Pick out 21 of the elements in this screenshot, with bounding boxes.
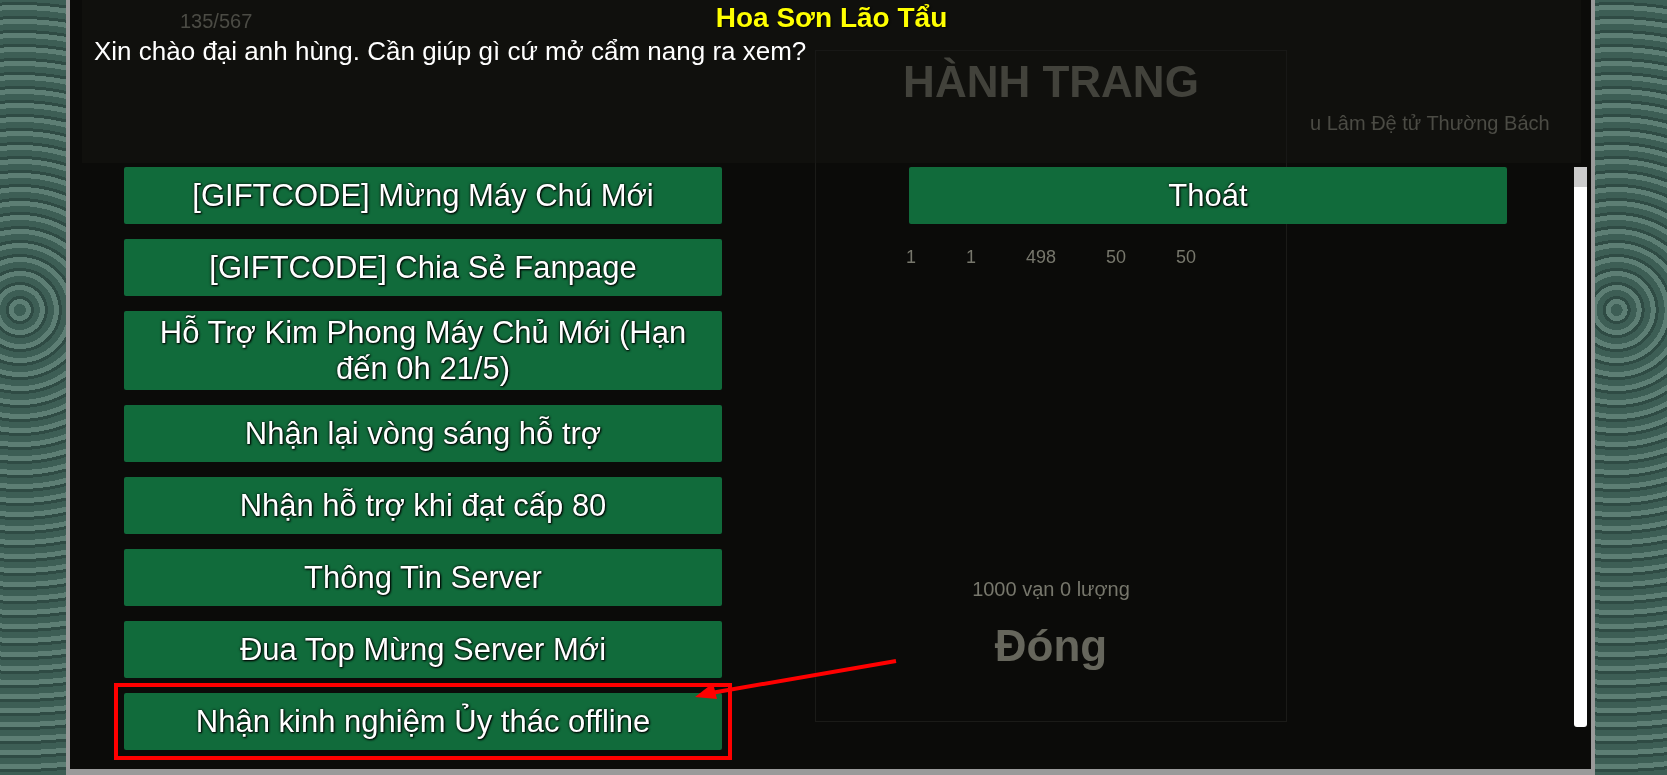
item-count: 50	[1106, 247, 1127, 268]
exit-button[interactable]: Thoát	[909, 167, 1507, 224]
inventory-close-label: Đóng	[994, 621, 1108, 671]
menu-option-button[interactable]: Hỗ Trợ Kim Phong Máy Chủ Mới (Hạn đến 0h 21/5)	[124, 311, 722, 391]
item-count: 50	[1176, 247, 1197, 268]
menu-option-button[interactable]: [GIFTCODE] Mừng Máy Chú Mới	[124, 167, 722, 224]
item-count: 1	[905, 247, 916, 268]
health-reading: 135/567	[180, 10, 253, 33]
menu-option-button[interactable]: Thông Tin Server	[124, 549, 722, 607]
money-text: 1000 vạn 0 lượng	[972, 578, 1130, 601]
item-count: 498	[1025, 247, 1056, 268]
menu-option-button[interactable]: Đua Top Mừng Server Mới	[124, 621, 722, 679]
menu-option-button[interactable]: Nhận lại vòng sáng hỗ trợ	[124, 405, 722, 463]
scrollbar[interactable]	[1574, 167, 1587, 727]
item-count: 1	[965, 247, 976, 268]
npc-name: Hoa Sơn Lão Tẩu	[715, 2, 948, 34]
greeting-text: Xin chào đại anh hùng. Cần giúp gì cứ mở cẩm nang ra xem?	[94, 36, 808, 67]
menu-option-button[interactable]: Nhận hỗ trợ khi đạt cấp 80	[124, 477, 722, 535]
menu-option-button[interactable]: Nhận kinh nghiệm Ủy thác offline	[124, 693, 722, 751]
menu-option-button[interactable]: [GIFTCODE] Chia Sẻ Fanpage	[124, 239, 722, 296]
quest-text: u Lâm Đệ tử Thường Bách	[1310, 112, 1550, 135]
